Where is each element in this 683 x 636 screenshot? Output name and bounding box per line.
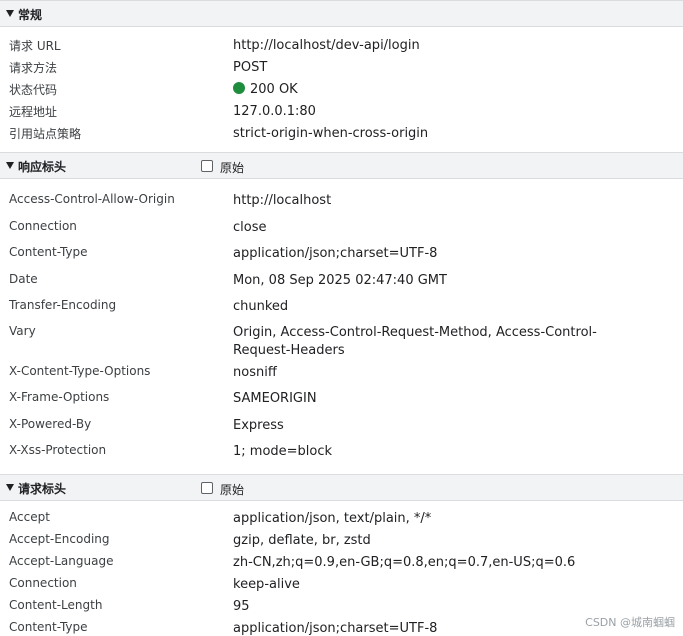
header-value: http://localhost [233, 193, 332, 208]
header-key: X-Content-Type-Options [9, 364, 151, 378]
checkbox-icon[interactable] [201, 160, 213, 172]
section-title: 常规 [18, 8, 43, 22]
expand-triangle-icon [6, 162, 14, 169]
header-key: Accept [9, 510, 50, 524]
header-value: POST [233, 60, 268, 75]
header-key: Connection [9, 219, 77, 233]
header-key: 状态代码 [9, 83, 58, 97]
header-key: Connection [9, 576, 77, 590]
status-text: 200 OK [250, 82, 298, 97]
header-key: Accept-Language [9, 554, 114, 568]
section-title: 响应标头 [18, 160, 67, 174]
header-value: 1; mode=block [233, 444, 333, 459]
raw-label: 原始 [220, 483, 245, 497]
header-value: zh-CN,zh;q=0.9,en-GB;q=0.8,en;q=0.7,en-U… [233, 555, 576, 570]
header-key: Vary [9, 324, 36, 338]
header-key: 引用站点策略 [9, 127, 82, 141]
header-value: close [233, 220, 267, 235]
section-title: 请求标头 [18, 482, 67, 496]
header-key: Content-Type [9, 620, 88, 634]
headers-panel: 常规 请求 URL http://localhost/dev-api/login… [0, 0, 683, 636]
header-key: X-Powered-By [9, 417, 92, 431]
expand-triangle-icon [6, 484, 14, 491]
header-key: Date [9, 272, 38, 286]
header-value: Express [233, 418, 284, 433]
raw-label: 原始 [220, 161, 245, 175]
header-value: nosniff [233, 365, 277, 380]
response-headers-section-header[interactable]: 响应标头 原始 [0, 152, 683, 179]
header-key: Content-Type [9, 245, 88, 259]
checkbox-icon[interactable] [201, 482, 213, 494]
header-value: keep-alive [233, 577, 300, 592]
header-key: 请求方法 [9, 61, 58, 75]
header-key: X-Xss-Protection [9, 443, 107, 457]
header-value: 127.0.0.1:80 [233, 104, 316, 119]
header-key: 请求 URL [9, 39, 61, 53]
header-key: Content-Length [9, 598, 103, 612]
status-value: 200 OK [233, 81, 673, 99]
header-value: Origin, Access-Control-Request-Method, A… [233, 325, 597, 358]
expand-triangle-icon [6, 10, 14, 17]
header-value: SAMEORIGIN [233, 391, 317, 406]
header-value: application/json;charset=UTF-8 [233, 246, 438, 261]
header-value: chunked [233, 299, 289, 314]
header-key: Transfer-Encoding [9, 298, 117, 312]
header-value: gzip, deflate, br, zstd [233, 533, 371, 548]
status-ok-icon [233, 82, 245, 94]
watermark: CSDN @城南蝈蝈 [585, 616, 675, 629]
header-value: application/json, text/plain, */* [233, 511, 432, 526]
header-key: Access-Control-Allow-Origin [9, 192, 175, 206]
header-value: strict-origin-when-cross-origin [233, 126, 429, 141]
general-section-header[interactable]: 常规 [0, 0, 683, 27]
header-key: 远程地址 [9, 105, 58, 119]
header-value: Mon, 08 Sep 2025 02:47:40 GMT [233, 273, 447, 288]
header-key: X-Frame-Options [9, 390, 110, 404]
request-headers-section-header[interactable]: 请求标头 原始 [0, 474, 683, 501]
header-key: Accept-Encoding [9, 532, 110, 546]
header-value: http://localhost/dev-api/login [233, 38, 420, 53]
